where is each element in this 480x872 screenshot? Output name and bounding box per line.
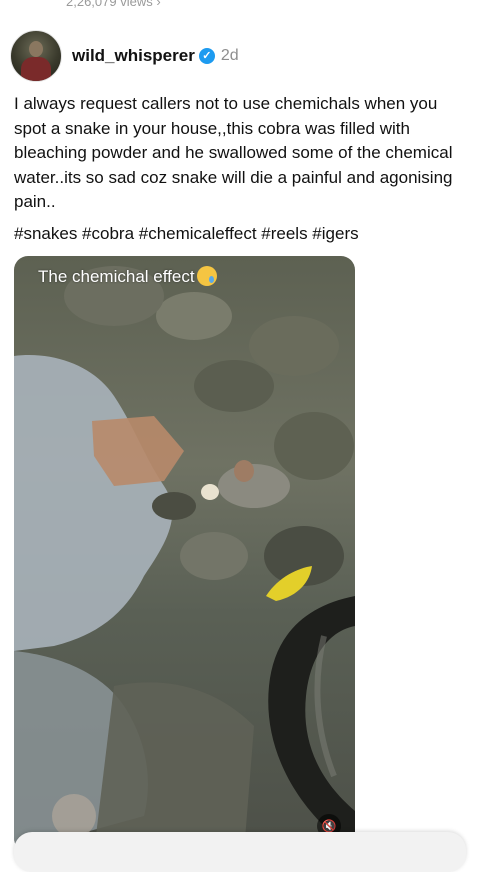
video-player[interactable]: The chemichal effect 🔇: [14, 256, 355, 852]
crying-face-emoji: [196, 266, 217, 286]
username[interactable]: wild_whisperer: [72, 46, 195, 66]
bottom-sheet[interactable]: [14, 832, 466, 872]
hashtags[interactable]: #snakes #cobra #chemicaleffect #reels #i…: [14, 224, 359, 244]
video-frame: [14, 266, 355, 852]
post-caption: I always request callers not to use chem…: [14, 94, 453, 211]
post-time: 2d: [220, 47, 239, 64]
avatar[interactable]: [10, 30, 62, 82]
verified-badge-icon: ✓: [198, 48, 215, 64]
video-overlay-text: The chemichal effect: [38, 266, 217, 287]
post-header: wild_whisperer ✓ 2d: [10, 30, 239, 82]
views-count: 2,26,079 views ›: [66, 0, 161, 9]
